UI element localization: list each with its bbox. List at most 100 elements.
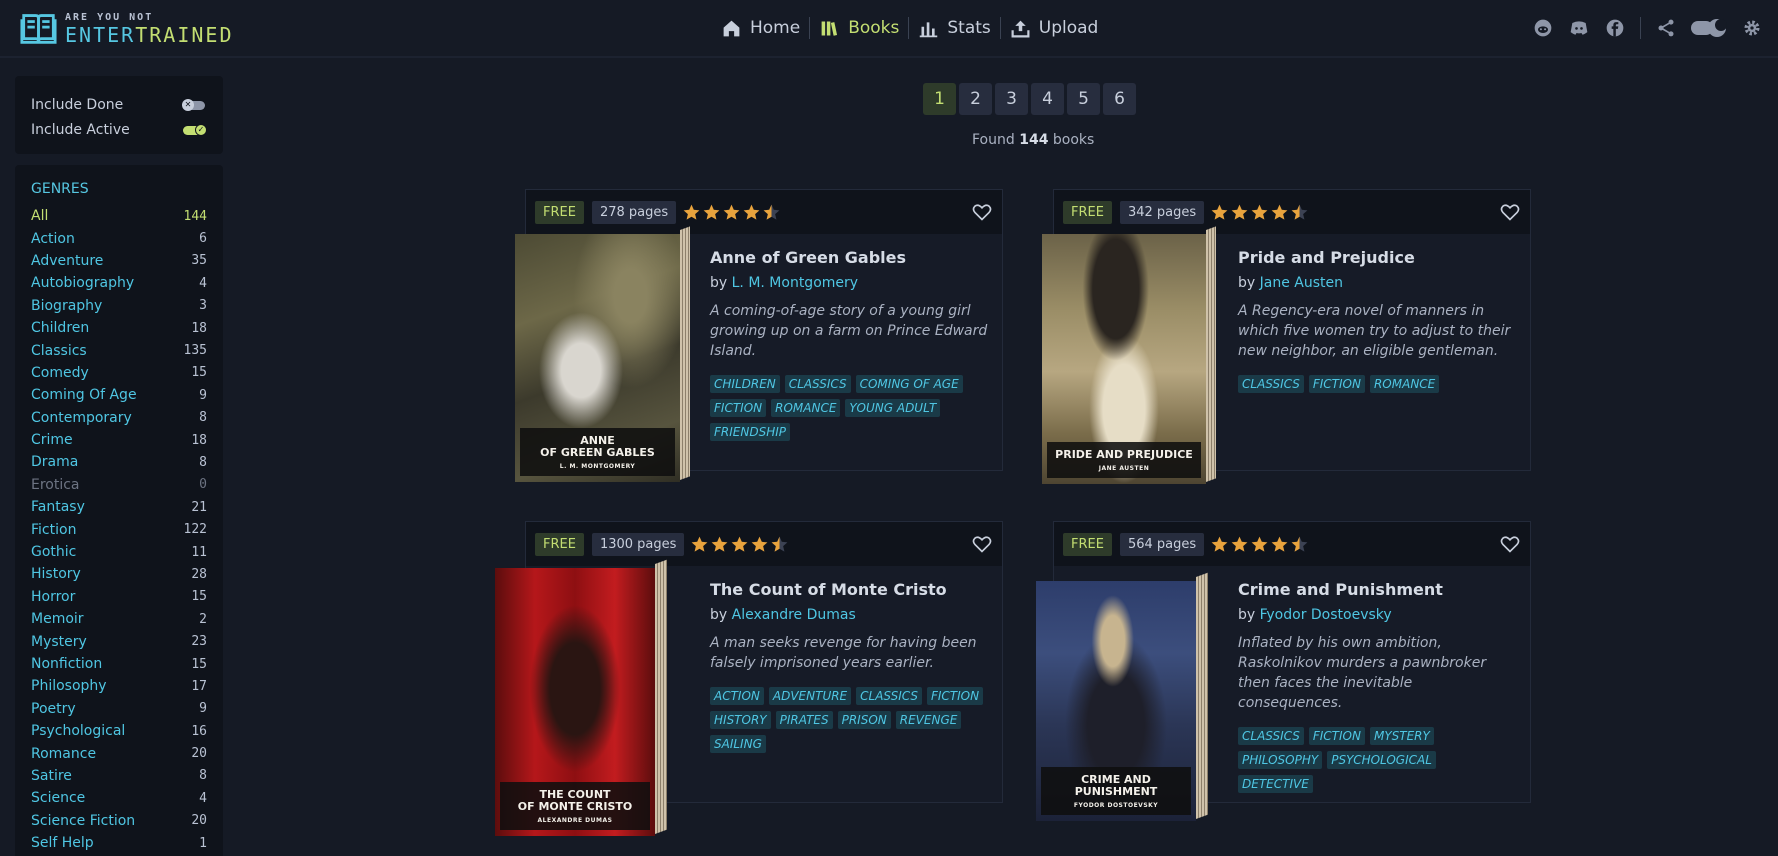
genre-item[interactable]: Drama 8 [31,451,207,473]
site-logo[interactable]: ARE YOU NOT ENTERTRAINED [20,10,234,47]
book-title[interactable]: Anne of Green Gables [710,248,990,267]
star-icon [1231,536,1248,552]
genre-tag[interactable]: DETECTIVE [1238,775,1313,793]
genre-item[interactable]: Science 4 [31,787,207,809]
genre-item[interactable]: Gothic 11 [31,541,207,563]
genre-name: All [31,208,49,225]
genre-count: 6 [199,231,207,247]
discord-link[interactable] [1568,17,1590,39]
nav-stats[interactable]: Stats [909,15,999,41]
genre-item[interactable]: All 144 [31,205,207,227]
include-active-toggle[interactable]: ✓ [183,123,207,136]
genre-tag[interactable]: YOUNG ADULT [845,399,941,417]
genre-tag[interactable]: REVENGE [895,711,962,729]
genre-tag[interactable]: ADVENTURE [768,687,852,705]
genre-tag[interactable]: MYSTERY [1369,727,1434,745]
genre-item[interactable]: Fiction 122 [31,518,207,540]
genre-item[interactable]: Adventure 35 [31,250,207,272]
theme-toggle[interactable] [1691,17,1727,39]
genre-tag[interactable]: FRIENDSHIP [710,423,790,441]
page-button[interactable]: 3 [995,83,1028,115]
genre-item[interactable]: Fantasy 21 [31,496,207,518]
genre-tag[interactable]: COMING OF AGE [855,375,963,393]
genre-count: 8 [199,768,207,784]
heart-icon[interactable] [1500,534,1520,554]
genre-item[interactable]: Satire 8 [31,765,207,787]
genre-item[interactable]: Coming Of Age 9 [31,384,207,406]
genre-item[interactable]: Memoir 2 [31,608,207,630]
genre-tag[interactable]: PRISON [837,711,891,729]
genre-tag[interactable]: CLASSICS [1238,375,1304,393]
star-half-icon [1291,536,1308,552]
book-page-edges [1206,226,1216,482]
genre-item[interactable]: Contemporary 8 [31,407,207,429]
genre-item[interactable]: History 28 [31,563,207,585]
author-link[interactable]: Fyodor Dostoevsky [1260,607,1392,623]
page-button[interactable]: 6 [1103,83,1136,115]
theme-toggle-icon [1691,19,1727,37]
star-icon [692,536,708,552]
nav-books[interactable]: Books [810,15,908,41]
genre-tag[interactable]: PSYCHOLOGICAL [1327,751,1436,769]
reddit-link[interactable] [1532,17,1554,39]
nav-upload[interactable]: Upload [1001,15,1108,41]
author-link[interactable]: Jane Austen [1260,275,1343,291]
genre-count: 9 [199,701,207,717]
genre-item[interactable]: Self Help 1 [31,832,207,854]
share-button[interactable] [1655,17,1677,39]
genre-tag[interactable]: FICTION [1308,375,1365,393]
author-link[interactable]: L. M. Montgomery [732,275,858,291]
genre-tag[interactable]: CHILDREN [710,375,780,393]
genre-item[interactable]: Poetry 9 [31,698,207,720]
heart-icon[interactable] [972,534,992,554]
genre-count: 20 [191,813,207,829]
genre-item[interactable]: Biography 3 [31,295,207,317]
book-title[interactable]: The Count of Monte Cristo [710,580,990,599]
book-title[interactable]: Crime and Punishment [1238,580,1518,599]
genre-item[interactable]: Philosophy 17 [31,675,207,697]
include-done-toggle[interactable]: ✕ [182,98,207,111]
genre-item[interactable]: Nonfiction 15 [31,653,207,675]
author-link[interactable]: Alexandre Dumas [732,607,856,623]
genre-item[interactable]: Mystery 23 [31,630,207,652]
facebook-link[interactable] [1604,17,1626,39]
genre-tag[interactable]: PHILOSOPHY [1238,751,1323,769]
genre-tag[interactable]: HISTORY [710,711,771,729]
genre-item[interactable]: Comedy 15 [31,362,207,384]
genre-tag[interactable]: PIRATES [775,711,833,729]
genre-tag[interactable]: FICTION [1308,727,1365,745]
genre-item[interactable]: Classics 135 [31,339,207,361]
cover-title-plate: CRIME AND PUNISHMENT FYODOR DOSTOEVSKY [1041,767,1191,815]
header-divider [1640,17,1641,39]
genre-item[interactable]: Romance 20 [31,742,207,764]
genre-item[interactable]: Action 6 [31,227,207,249]
genre-tag[interactable]: CLASSICS [856,687,922,705]
settings-button[interactable] [1741,17,1763,39]
heart-icon[interactable] [1500,202,1520,222]
book-title[interactable]: Pride and Prejudice [1238,248,1518,267]
genre-tag[interactable]: FICTION [710,399,767,417]
heart-icon[interactable] [972,202,992,222]
page-button[interactable]: 4 [1031,83,1064,115]
genre-item[interactable]: Science Fiction 20 [31,810,207,832]
page-button[interactable]: 2 [959,83,992,115]
genre-tag[interactable]: CLASSICS [784,375,851,393]
genre-item[interactable]: Children 18 [31,317,207,339]
genre-item[interactable]: Horror 15 [31,586,207,608]
genre-tag[interactable]: FICTION [926,687,984,705]
book-info: The Count of Monte Cristo by Alexandre Du… [710,580,990,759]
rating-stars [1210,535,1310,554]
nav-home[interactable]: Home [712,15,809,41]
genre-tag[interactable]: CLASSICS [1238,727,1304,745]
genre-item[interactable]: Autobiography 4 [31,272,207,294]
genre-name: Comedy [31,364,89,381]
genre-tag[interactable]: SAILING [710,735,766,753]
genre-tag[interactable]: ROMANCE [1369,375,1440,393]
genre-tag[interactable]: ROMANCE [771,399,841,417]
genre-item[interactable]: Crime 18 [31,429,207,451]
genre-tag[interactable]: ACTION [710,687,764,705]
genre-item[interactable]: Psychological 16 [31,720,207,742]
page-button[interactable]: 1 [923,83,956,115]
page-button[interactable]: 5 [1067,83,1100,115]
cover-art: CRIME AND PUNISHMENT FYODOR DOSTOEVSKY [1036,581,1196,821]
